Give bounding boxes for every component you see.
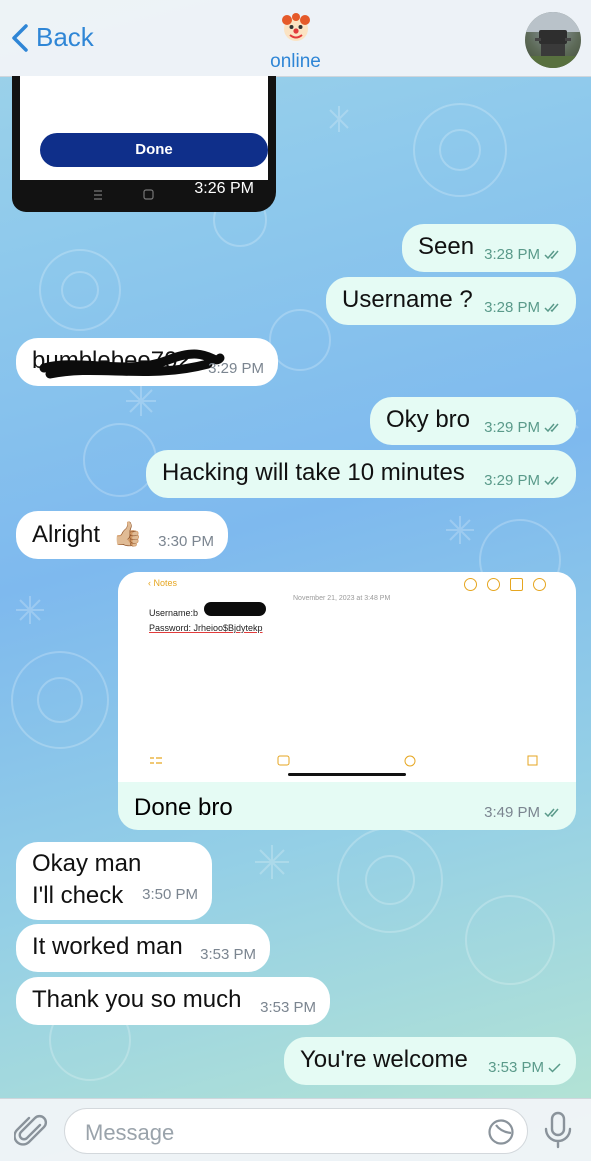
message-text: Thank you so much	[32, 986, 242, 1013]
chat-header: Back online	[0, 0, 591, 77]
notes-back-link: ‹ Notes	[148, 578, 178, 588]
message-time: 3:50 PM	[142, 886, 198, 903]
message-text: Hacking will take 10 minutes	[162, 459, 465, 486]
home-indicator	[288, 773, 406, 776]
message-time: 3:29 PM	[484, 472, 562, 489]
double-check-icon	[544, 476, 559, 486]
message-placeholder: Message	[85, 1120, 175, 1145]
microphone-icon[interactable]	[542, 1111, 574, 1149]
screenshot-done-button: Done	[40, 133, 268, 167]
single-check-icon	[548, 1063, 561, 1073]
message-incoming[interactable]: It worked man 3:53 PM	[16, 924, 270, 972]
message-text: Alright	[32, 521, 101, 548]
message-time: 3:28 PM	[484, 299, 562, 316]
message-incoming[interactable]: Okay man I'll check 3:50 PM	[16, 842, 212, 920]
message-incoming[interactable]: bumblebee702 3:29 PM	[16, 338, 278, 386]
message-text: Seen	[418, 233, 475, 260]
notes-date: November 21, 2023 at 3:48 PM	[293, 595, 391, 602]
message-time: 3:30 PM	[158, 533, 214, 550]
notes-share-icon	[510, 578, 523, 591]
message-incoming[interactable]: Thank you so much 3:53 PM	[16, 977, 330, 1025]
message-text-line: Okay man	[32, 850, 142, 877]
message-outgoing[interactable]: Seen 3:28 PM	[402, 224, 576, 272]
double-check-icon	[544, 808, 559, 818]
message-outgoing-image[interactable]: ‹ Notes November 21, 2023 at 3:48 PM Use…	[118, 572, 576, 830]
sticker-icon[interactable]	[487, 1118, 515, 1146]
grill-photo-icon	[525, 12, 581, 68]
message-time: 3:53 PM	[260, 999, 316, 1016]
message-input-bar: Message	[0, 1098, 591, 1161]
notes-password: Password: Jrheioo$Bjdytekp	[149, 623, 263, 633]
message-outgoing[interactable]: Oky bro 3:29 PM	[370, 397, 576, 445]
message-time: 3:53 PM	[488, 1059, 562, 1076]
screenshot-content: Done	[20, 76, 268, 180]
message-incoming[interactable]: Alright 👍🏼 3:30 PM	[16, 511, 228, 559]
notes-more-icon	[533, 578, 546, 591]
notes-redo-icon	[487, 578, 500, 591]
double-check-icon	[544, 250, 559, 260]
message-text: It worked man	[32, 933, 183, 960]
android-nav-icons	[94, 189, 154, 200]
redaction-scribble	[204, 602, 266, 616]
double-check-icon	[544, 303, 559, 313]
message-input[interactable]: Message	[64, 1108, 528, 1154]
paperclip-icon[interactable]	[14, 1113, 50, 1149]
message-text: Done bro	[134, 794, 233, 821]
message-outgoing[interactable]: Username ? 3:28 PM	[326, 277, 576, 325]
notes-bottom-toolbar	[150, 755, 538, 767]
double-check-icon	[544, 423, 559, 433]
redaction-scribble	[39, 349, 225, 379]
message-text: You're welcome	[300, 1046, 468, 1073]
clown-face-icon	[281, 13, 310, 41]
notes-username: Username:b	[149, 608, 199, 618]
message-outgoing[interactable]: You're welcome 3:53 PM	[284, 1037, 576, 1085]
contact-status: online	[270, 51, 321, 72]
notes-screenshot: ‹ Notes November 21, 2023 at 3:48 PM Use…	[118, 572, 576, 782]
message-time: 3:53 PM	[200, 946, 256, 963]
message-outgoing[interactable]: Hacking will take 10 minutes 3:29 PM	[146, 450, 576, 498]
contact-info[interactable]: online	[0, 10, 591, 73]
message-text: Username ?	[342, 286, 473, 313]
thumbs-up-icon: 👍🏼	[112, 521, 143, 548]
contact-avatar[interactable]	[525, 12, 581, 68]
message-text: Oky bro	[386, 406, 471, 433]
message-time: 3:29 PM	[484, 419, 562, 436]
notes-toolbar	[464, 578, 546, 591]
message-time: 3:29 PM	[208, 360, 264, 377]
message-time: 3:49 PM	[484, 804, 562, 821]
message-time: 3:26 PM	[194, 180, 254, 197]
image-message-screenshot[interactable]: Done 3:26 PM	[12, 76, 276, 212]
message-time: 3:28 PM	[484, 246, 562, 263]
notes-undo-icon	[464, 578, 477, 591]
